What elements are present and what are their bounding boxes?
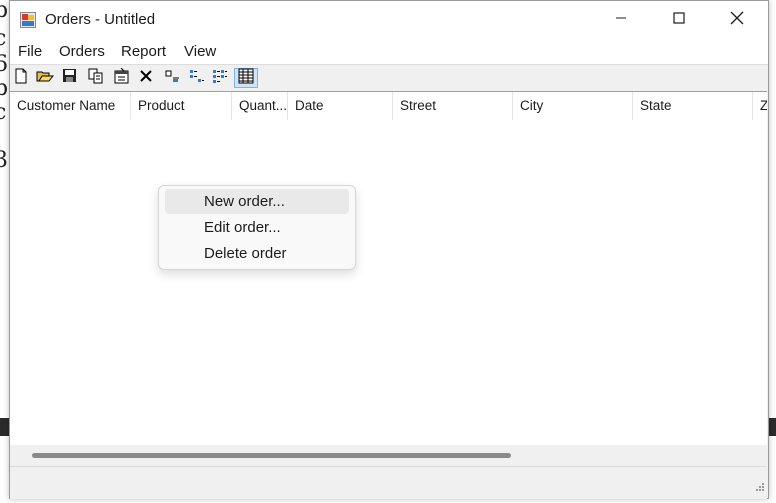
orders-window: Orders - Untitled File Orders Report Vie… <box>9 0 769 499</box>
menu-file[interactable]: File <box>18 43 42 60</box>
large-icons-view-icon <box>165 68 181 89</box>
column-header-zip[interactable]: Z <box>753 92 767 120</box>
close-button[interactable] <box>708 1 766 39</box>
column-header-customer-name[interactable]: Customer Name <box>10 92 131 120</box>
maximize-icon <box>673 11 685 29</box>
small-icons-view-icon <box>189 68 205 89</box>
new-button[interactable] <box>10 68 32 88</box>
close-icon <box>730 11 744 30</box>
copy-button[interactable] <box>85 68 107 88</box>
context-menu-delete-order[interactable]: Delete order <box>165 241 349 266</box>
context-menu-edit-order[interactable]: Edit order... <box>165 215 349 240</box>
minimize-icon <box>615 11 627 29</box>
context-menu: New order... Edit order... Delete order <box>158 185 356 270</box>
new-document-icon <box>14 68 28 89</box>
save-icon <box>62 68 77 88</box>
column-header-city[interactable]: City <box>513 92 633 120</box>
menu-view[interactable]: View <box>184 43 216 60</box>
minimize-button[interactable] <box>592 1 650 39</box>
details-view-icon <box>238 68 254 89</box>
properties-icon <box>113 67 130 89</box>
menu-report[interactable]: Report <box>121 43 166 60</box>
menu-bar: File Orders Report View <box>10 39 768 64</box>
title-bar[interactable]: Orders - Untitled <box>10 1 768 39</box>
open-button[interactable] <box>34 68 56 88</box>
status-bar <box>10 466 767 499</box>
toolbar <box>10 64 768 91</box>
column-header-state[interactable]: State <box>633 92 753 120</box>
save-button[interactable] <box>58 68 80 88</box>
window-title: Orders - Untitled <box>45 11 156 28</box>
context-menu-new-order[interactable]: New order... <box>165 189 349 214</box>
copy-icon <box>88 68 104 89</box>
column-header-street[interactable]: Street <box>393 92 513 120</box>
scrollbar-thumb[interactable] <box>32 453 511 458</box>
maximize-button[interactable] <box>650 1 708 39</box>
delete-button[interactable] <box>135 68 157 88</box>
list-view-icon <box>212 68 228 89</box>
open-folder-icon <box>36 68 55 89</box>
properties-button[interactable] <box>110 67 132 89</box>
resize-grip-icon[interactable] <box>755 479 765 497</box>
delete-icon <box>139 69 153 88</box>
large-icons-view-button[interactable] <box>162 68 184 88</box>
list-view-button[interactable] <box>209 68 231 88</box>
orders-list[interactable]: Customer Name Product Quant... Date Stre… <box>10 91 767 446</box>
column-header-date[interactable]: Date <box>288 92 393 120</box>
horizontal-scrollbar[interactable] <box>10 445 767 465</box>
column-header-product[interactable]: Product <box>131 92 232 120</box>
small-icons-view-button[interactable] <box>186 68 208 88</box>
app-icon <box>20 12 36 28</box>
menu-orders[interactable]: Orders <box>59 43 105 60</box>
details-view-button[interactable] <box>234 68 258 88</box>
column-header-quantity[interactable]: Quant... <box>232 92 288 120</box>
